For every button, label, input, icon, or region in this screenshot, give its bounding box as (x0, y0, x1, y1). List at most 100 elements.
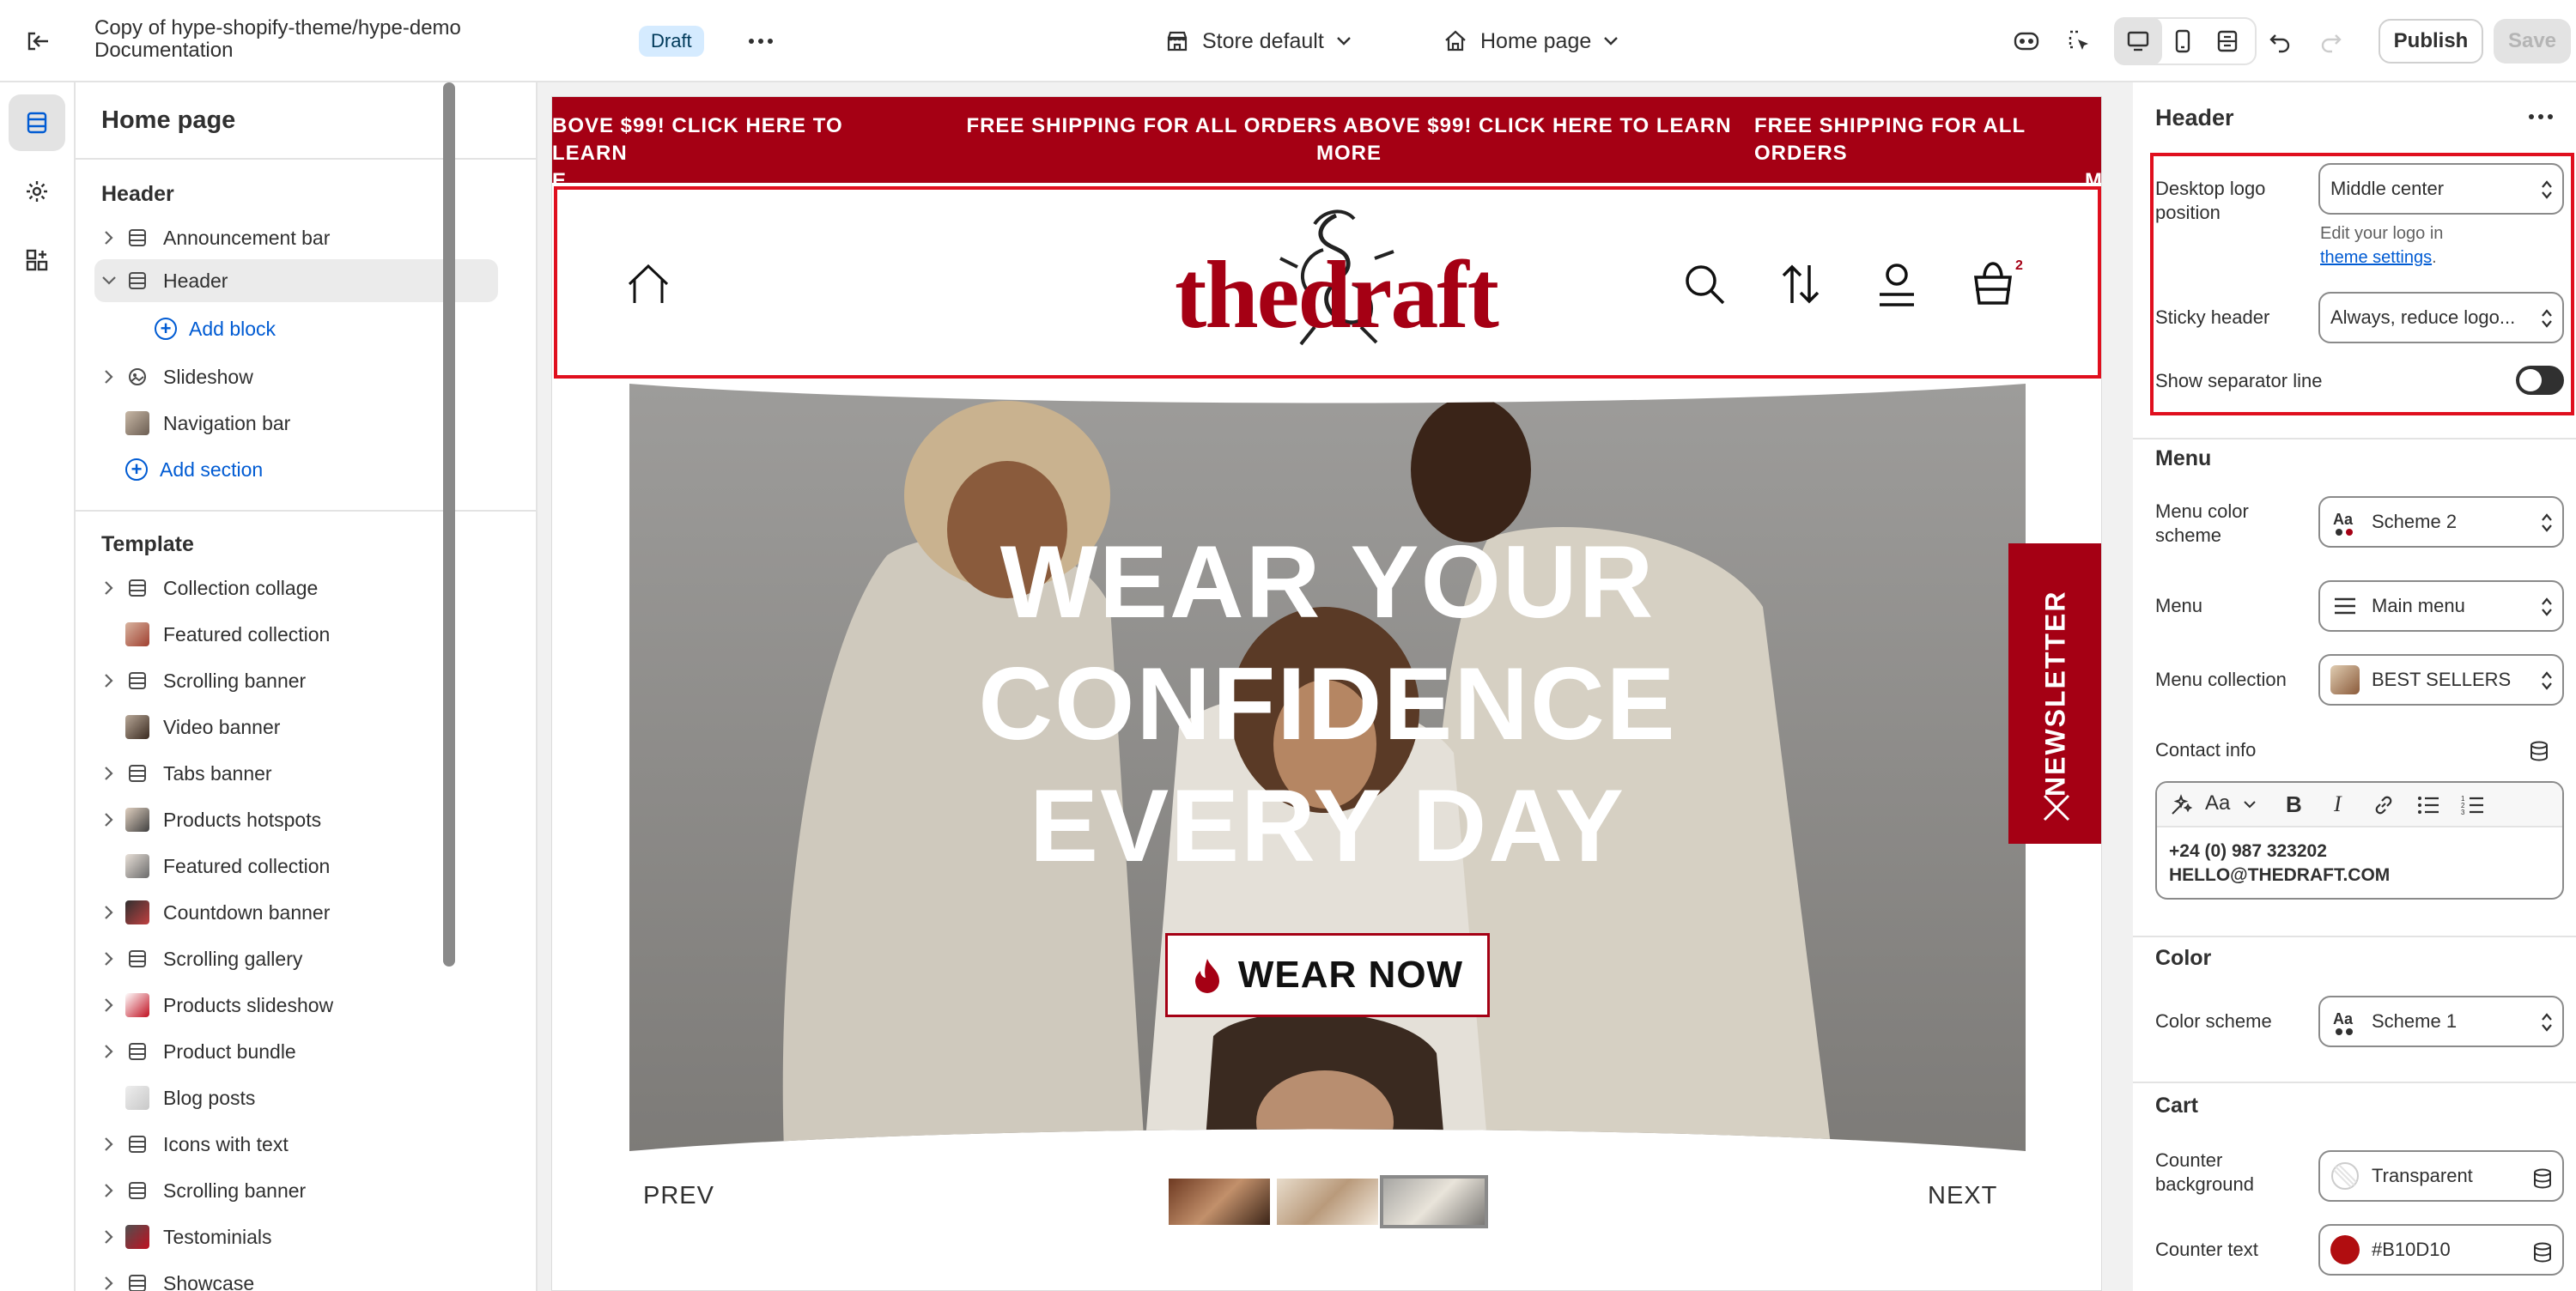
chevron-right-icon[interactable] (94, 230, 124, 245)
chevron-right-icon[interactable] (94, 1276, 124, 1291)
account-icon[interactable] (1876, 262, 1917, 306)
cart-icon[interactable]: 2 (1971, 257, 2027, 310)
tree-item-template[interactable]: Testominials (94, 1215, 498, 1258)
tree-item-navigation-bar[interactable]: Navigation bar (94, 402, 498, 445)
tree-item-template[interactable]: Scrolling gallery (94, 937, 498, 980)
tree-item-template[interactable]: Blog posts (94, 1076, 498, 1119)
more-options-icon[interactable] (2528, 113, 2554, 120)
chevron-right-icon[interactable] (94, 369, 124, 385)
tree-item-template[interactable]: Featured collection (94, 613, 498, 656)
tree-item-template[interactable]: Scrolling banner (94, 1169, 498, 1212)
svg-text:Aa: Aa (2333, 1010, 2354, 1027)
theme-settings-link[interactable]: theme settings (2320, 248, 2432, 267)
menu-select[interactable]: Main menu (2318, 580, 2564, 632)
slide-thumbnail[interactable] (1169, 1179, 1270, 1225)
undo-icon[interactable] (2257, 17, 2305, 65)
chevron-right-icon[interactable] (94, 766, 124, 781)
tree-item-template[interactable]: Tabs banner (94, 752, 498, 795)
chevron-right-icon[interactable] (94, 905, 124, 920)
store-selector[interactable]: Store default (1164, 21, 1352, 62)
search-icon[interactable] (1682, 262, 1727, 306)
text-style-icon[interactable]: Aa (2205, 791, 2230, 815)
contact-info-editor[interactable]: Aa B I 123 +24 (0) 987 323202 HELLO@THED… (2155, 781, 2564, 900)
tree-item-announcement-bar[interactable]: Announcement bar (94, 216, 498, 259)
home-icon[interactable] (626, 264, 671, 305)
tree-item-template[interactable]: Featured collection (94, 845, 498, 888)
chevron-down-icon[interactable] (94, 276, 124, 286)
chevron-down-icon[interactable] (2243, 800, 2257, 810)
magic-icon[interactable] (2169, 793, 2193, 817)
apps-icon[interactable] (9, 232, 65, 288)
tree-item-label: Testominials (163, 1225, 272, 1248)
sticky-header-select[interactable]: Always, reduce logo... (2318, 292, 2564, 343)
save-button[interactable]: Save (2494, 19, 2571, 64)
counter-background-picker[interactable]: Transparent (2318, 1150, 2564, 1202)
tree-item-label: Video banner (163, 715, 281, 738)
italic-icon[interactable]: I (2334, 791, 2342, 817)
chevron-right-icon[interactable] (94, 1229, 124, 1245)
link-icon[interactable] (2372, 793, 2396, 817)
hero-slideshow[interactable]: WEAR YOUR CONFIDENCE EVERY DAY WEAR NOW (629, 384, 2026, 1151)
store-logo[interactable]: thedraft (1169, 198, 1504, 370)
exit-icon[interactable] (14, 17, 62, 65)
tree-item-template[interactable]: Icons with text (94, 1123, 498, 1166)
chevron-right-icon[interactable] (94, 580, 124, 596)
chevron-right-icon[interactable] (94, 673, 124, 688)
next-button[interactable]: NEXT (1928, 1182, 1997, 1210)
add-section-button[interactable]: + Add section (125, 448, 498, 491)
chevron-right-icon[interactable] (94, 997, 124, 1013)
menu-collection-select[interactable]: BEST SELLERS (2318, 654, 2564, 706)
more-options-icon[interactable] (737, 17, 785, 65)
mobile-view-icon[interactable] (2159, 17, 2207, 65)
menu-color-select[interactable]: Aa Scheme 2 (2318, 496, 2564, 548)
hero-cta-button[interactable]: WEAR NOW (1165, 933, 1490, 1017)
ai-assistant-icon[interactable] (2002, 17, 2050, 65)
chevron-right-icon[interactable] (94, 1183, 124, 1198)
chevron-right-icon[interactable] (94, 1136, 124, 1152)
add-section-label: Add section (160, 458, 264, 481)
theme-settings-icon[interactable] (9, 163, 65, 220)
tree-item-template[interactable]: Showcase (94, 1262, 498, 1291)
chevron-right-icon[interactable] (94, 1044, 124, 1059)
tree-item-label: Navigation bar (163, 411, 291, 434)
counter-text-picker[interactable]: #B10D10 (2318, 1224, 2564, 1276)
color-scheme-icon: Aa (2330, 507, 2360, 536)
announcement-bar[interactable]: BOVE $99! CLICK HERE TO LEARN E FREE SHIP… (552, 97, 2101, 192)
publish-button[interactable]: Publish (2379, 19, 2483, 64)
desktop-view-icon[interactable] (2114, 17, 2162, 65)
dynamic-source-icon[interactable] (2528, 740, 2550, 762)
bold-icon[interactable]: B (2286, 791, 2302, 818)
bullet-list-icon[interactable] (2416, 793, 2440, 817)
separator-toggle[interactable] (2516, 366, 2564, 395)
close-icon[interactable] (2043, 794, 2070, 821)
dynamic-source-icon[interactable] (2531, 1167, 2554, 1190)
page-selector[interactable]: Home page (1443, 21, 1619, 62)
fullscreen-view-icon[interactable] (2203, 17, 2251, 65)
slide-thumbnail[interactable] (1277, 1179, 1378, 1225)
tree-item-template[interactable]: Products hotspots (94, 798, 498, 841)
chevron-right-icon[interactable] (94, 951, 124, 967)
tree-item-template[interactable]: Countdown banner (94, 891, 498, 934)
site-header[interactable]: thedraft 2 (554, 186, 2101, 379)
prev-button[interactable]: PREV (643, 1182, 714, 1210)
tree-item-header[interactable]: Header (94, 259, 498, 302)
dynamic-source-icon[interactable] (2531, 1241, 2554, 1264)
numbered-list-icon[interactable]: 123 (2461, 793, 2485, 817)
color-scheme-select[interactable]: Aa Scheme 1 (2318, 996, 2564, 1047)
sort-icon[interactable] (1778, 262, 1823, 306)
tree-item-template[interactable]: Collection collage (94, 567, 498, 609)
desktop-logo-select[interactable]: Middle center (2318, 163, 2564, 215)
scrollbar[interactable] (443, 82, 455, 967)
tree-item-template[interactable]: Product bundle (94, 1030, 498, 1073)
tree-item-template[interactable]: Video banner (94, 706, 498, 749)
thumbnail-icon (124, 852, 151, 880)
contact-info-text[interactable]: +24 (0) 987 323202 HELLO@THEDRAFT.COM (2169, 839, 2390, 888)
slide-thumbnail-active[interactable] (1380, 1175, 1488, 1228)
sections-icon[interactable] (9, 94, 65, 151)
tree-item-template[interactable]: Scrolling banner (94, 659, 498, 702)
newsletter-tab[interactable]: NEWSLETTER (2008, 543, 2101, 844)
tree-item-template[interactable]: Products slideshow (94, 984, 498, 1027)
chevron-right-icon[interactable] (94, 812, 124, 827)
tree-item-slideshow[interactable]: Slideshow (94, 355, 498, 398)
inspector-icon[interactable] (2056, 17, 2104, 65)
